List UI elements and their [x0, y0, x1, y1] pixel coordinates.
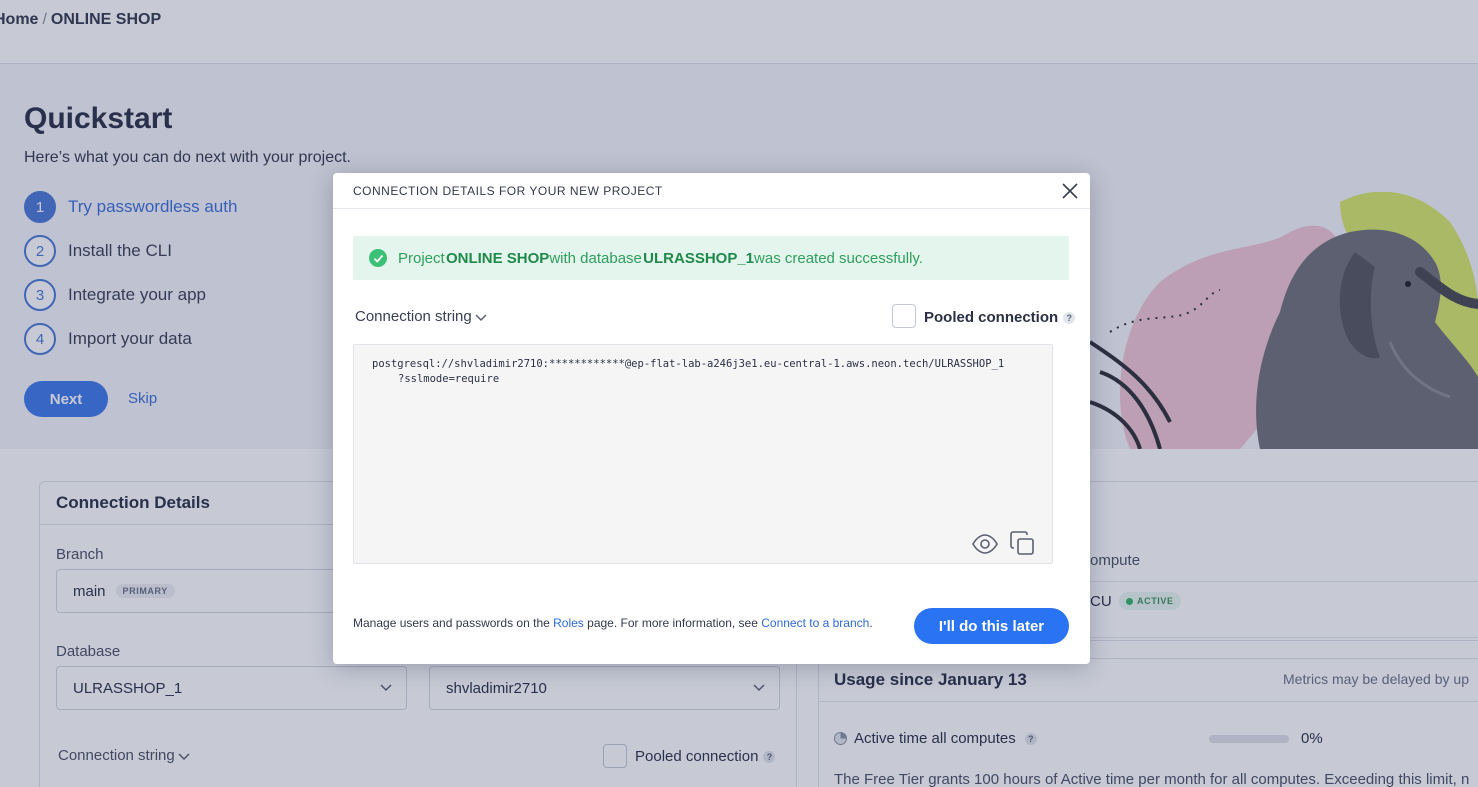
chevron-down-icon [475, 313, 487, 321]
success-suffix: was created successfully. [754, 249, 923, 267]
modal-pooled-connection-checkbox[interactable] [892, 304, 916, 328]
check-circle-icon [369, 249, 387, 267]
do-this-later-button[interactable]: I'll do this later [914, 608, 1069, 644]
connection-string-line-2: ?sslmode=require [398, 373, 500, 385]
eye-icon[interactable] [972, 534, 998, 554]
connection-string-label: Connection string [355, 308, 472, 325]
success-project-name: ONLINE SHOP [445, 249, 550, 267]
footer-text-3: . [869, 616, 873, 630]
connection-string-line-1: postgresql://shvladimir2710:************… [372, 358, 1005, 370]
modal-connection-string-dropdown[interactable]: Connection string [355, 308, 487, 325]
modal-title: CONNECTION DETAILS FOR YOUR NEW PROJECT [333, 173, 1090, 209]
help-icon[interactable]: ? [1063, 311, 1076, 324]
pooled-connection-text: Pooled connection [924, 309, 1059, 326]
modal-footer-note: Manage users and passwords on the Roles … [353, 616, 873, 630]
connection-string-box[interactable]: postgresql://shvladimir2710:************… [353, 344, 1053, 564]
copy-icon[interactable] [1010, 531, 1036, 557]
roles-link[interactable]: Roles [553, 616, 584, 630]
footer-text-2: page. For more information, see [583, 616, 762, 630]
connection-string-text[interactable]: postgresql://shvladimir2710:************… [372, 357, 1042, 387]
success-banner: Project ONLINE SHOP with database ULRASS… [353, 236, 1069, 280]
connection-details-modal: CONNECTION DETAILS FOR YOUR NEW PROJECT … [333, 173, 1090, 664]
connect-to-branch-link[interactable]: Connect to a branch [761, 616, 869, 630]
success-middle: with database [549, 249, 642, 267]
success-database-name: ULRASSHOP_1 [643, 249, 755, 267]
footer-text-1: Manage users and passwords on the [353, 616, 554, 630]
modal-pooled-connection-label: Pooled connection ? [924, 309, 1076, 326]
success-prefix: Project [398, 249, 445, 267]
close-icon[interactable] [1060, 181, 1080, 201]
